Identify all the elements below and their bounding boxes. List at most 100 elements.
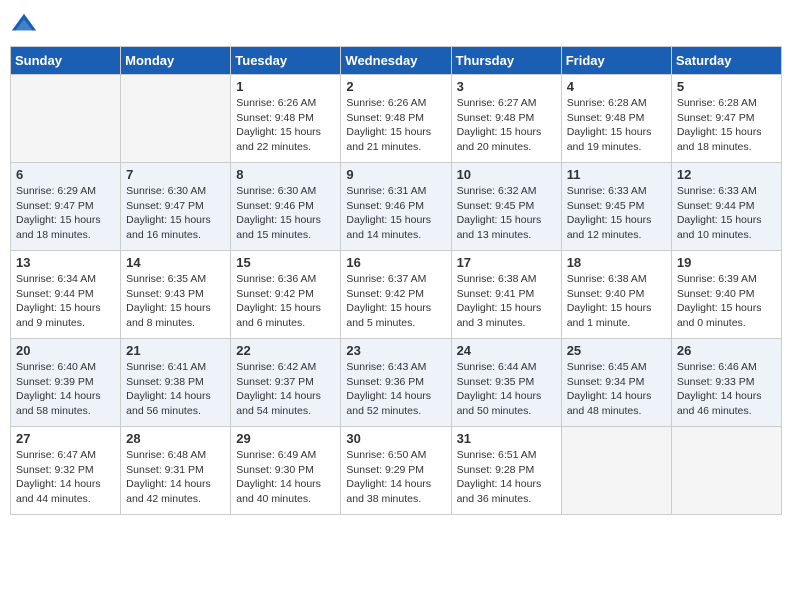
- calendar-day-20: 20Sunrise: 6:40 AM Sunset: 9:39 PM Dayli…: [11, 339, 121, 427]
- day-info: Sunrise: 6:50 AM Sunset: 9:29 PM Dayligh…: [346, 448, 445, 507]
- day-number: 6: [16, 167, 115, 182]
- day-number: 26: [677, 343, 776, 358]
- day-info: Sunrise: 6:48 AM Sunset: 9:31 PM Dayligh…: [126, 448, 225, 507]
- calendar-day-10: 10 Sunrise: 6:32 AM Sunset: 9:45 PM Dayli…: [451, 163, 561, 251]
- calendar-day-21: 21 Sunrise: 6:41 AM Sunset: 9:38 PM Dayli…: [121, 339, 231, 427]
- calendar-day-9: 9 Sunrise: 6:31 AM Sunset: 9:46 PM Daylig…: [341, 163, 451, 251]
- day-info: Sunrise: 6:35 AM Sunset: 9:43 PM Dayligh…: [126, 272, 225, 331]
- day-number: 30: [346, 431, 445, 446]
- calendar-day-7: 7Sunrise: 6:30 AM Sunset: 9:47 PM Daylig…: [121, 163, 231, 251]
- day-header-tuesday: Tuesday: [231, 47, 341, 75]
- day-info: Sunrise: 6:49 AM Sunset: 9:30 PM Dayligh…: [236, 448, 335, 507]
- day-header-thursday: Thursday: [451, 47, 561, 75]
- day-number: 17: [457, 255, 556, 270]
- day-info: Sunrise: 6:28 AM Sunset: 9:47 PM Dayligh…: [677, 96, 776, 155]
- calendar-day-18: 18Sunrise: 6:38 AM Sunset: 9:40 PM Dayli…: [561, 251, 671, 339]
- day-number: 19: [677, 255, 776, 270]
- day-info: Sunrise: 6:27 AM Sunset: 9:48 PM Dayligh…: [457, 96, 556, 155]
- day-number: 14: [126, 255, 225, 270]
- day-number: 5: [677, 79, 776, 94]
- day-number: 2: [346, 79, 445, 94]
- day-header-wednesday: Wednesday: [341, 47, 451, 75]
- day-info: Sunrise: 6:47 AM Sunset: 9:32 PM Dayligh…: [16, 448, 115, 507]
- calendar-day-11: 11Sunrise: 6:33 AM Sunset: 9:45 PM Dayli…: [561, 163, 671, 251]
- day-number: 15: [236, 255, 335, 270]
- day-info: Sunrise: 6:31 AM Sunset: 9:46 PM Dayligh…: [346, 184, 445, 243]
- day-number: 27: [16, 431, 115, 446]
- day-info: Sunrise: 6:37 AM Sunset: 9:42 PM Dayligh…: [346, 272, 445, 331]
- logo: [10, 10, 42, 38]
- calendar-day-12: 12 Sunrise: 6:33 AM Sunset: 9:44 PM Dayli…: [671, 163, 781, 251]
- day-info: Sunrise: 6:45 AM Sunset: 9:34 PM Dayligh…: [567, 360, 666, 419]
- day-number: 8: [236, 167, 335, 182]
- calendar-week-row: 27 Sunrise: 6:47 AM Sunset: 9:32 PM Dayli…: [11, 427, 782, 515]
- calendar-day-5: 5 Sunrise: 6:28 AM Sunset: 9:47 PM Daylig…: [671, 75, 781, 163]
- day-info: Sunrise: 6:32 AM Sunset: 9:45 PM Dayligh…: [457, 184, 556, 243]
- calendar-day-28: 28 Sunrise: 6:48 AM Sunset: 9:31 PM Dayli…: [121, 427, 231, 515]
- day-number: 21: [126, 343, 225, 358]
- day-header-friday: Friday: [561, 47, 671, 75]
- page-header: [10, 10, 782, 38]
- calendar-day-2: 2 Sunrise: 6:26 AM Sunset: 9:48 PM Daylig…: [341, 75, 451, 163]
- calendar-week-row: 20Sunrise: 6:40 AM Sunset: 9:39 PM Dayli…: [11, 339, 782, 427]
- day-info: Sunrise: 6:34 AM Sunset: 9:44 PM Dayligh…: [16, 272, 115, 331]
- day-info: Sunrise: 6:39 AM Sunset: 9:40 PM Dayligh…: [677, 272, 776, 331]
- day-number: 31: [457, 431, 556, 446]
- logo-icon: [10, 10, 38, 38]
- calendar-week-row: 13 Sunrise: 6:34 AM Sunset: 9:44 PM Dayli…: [11, 251, 782, 339]
- day-info: Sunrise: 6:41 AM Sunset: 9:38 PM Dayligh…: [126, 360, 225, 419]
- day-number: 10: [457, 167, 556, 182]
- calendar-empty-cell: [121, 75, 231, 163]
- calendar-week-row: 6 Sunrise: 6:29 AM Sunset: 9:47 PM Daylig…: [11, 163, 782, 251]
- day-info: Sunrise: 6:38 AM Sunset: 9:41 PM Dayligh…: [457, 272, 556, 331]
- day-number: 1: [236, 79, 335, 94]
- day-number: 25: [567, 343, 666, 358]
- day-info: Sunrise: 6:29 AM Sunset: 9:47 PM Dayligh…: [16, 184, 115, 243]
- calendar-day-16: 16 Sunrise: 6:37 AM Sunset: 9:42 PM Dayli…: [341, 251, 451, 339]
- day-number: 18: [567, 255, 666, 270]
- calendar-week-row: 1 Sunrise: 6:26 AM Sunset: 9:48 PM Daylig…: [11, 75, 782, 163]
- day-number: 24: [457, 343, 556, 358]
- day-info: Sunrise: 6:51 AM Sunset: 9:28 PM Dayligh…: [457, 448, 556, 507]
- calendar-day-26: 26 Sunrise: 6:46 AM Sunset: 9:33 PM Dayli…: [671, 339, 781, 427]
- day-info: Sunrise: 6:40 AM Sunset: 9:39 PM Dayligh…: [16, 360, 115, 419]
- day-number: 4: [567, 79, 666, 94]
- day-number: 11: [567, 167, 666, 182]
- day-number: 9: [346, 167, 445, 182]
- calendar-empty-cell: [671, 427, 781, 515]
- day-info: Sunrise: 6:33 AM Sunset: 9:44 PM Dayligh…: [677, 184, 776, 243]
- day-info: Sunrise: 6:46 AM Sunset: 9:33 PM Dayligh…: [677, 360, 776, 419]
- day-info: Sunrise: 6:28 AM Sunset: 9:48 PM Dayligh…: [567, 96, 666, 155]
- day-info: Sunrise: 6:42 AM Sunset: 9:37 PM Dayligh…: [236, 360, 335, 419]
- day-info: Sunrise: 6:36 AM Sunset: 9:42 PM Dayligh…: [236, 272, 335, 331]
- day-number: 23: [346, 343, 445, 358]
- calendar-day-23: 23 Sunrise: 6:43 AM Sunset: 9:36 PM Dayli…: [341, 339, 451, 427]
- calendar-day-8: 8 Sunrise: 6:30 AM Sunset: 9:46 PM Daylig…: [231, 163, 341, 251]
- calendar: SundayMondayTuesdayWednesdayThursdayFrid…: [10, 46, 782, 515]
- calendar-empty-cell: [561, 427, 671, 515]
- day-info: Sunrise: 6:26 AM Sunset: 9:48 PM Dayligh…: [236, 96, 335, 155]
- calendar-empty-cell: [11, 75, 121, 163]
- day-info: Sunrise: 6:30 AM Sunset: 9:46 PM Dayligh…: [236, 184, 335, 243]
- day-number: 28: [126, 431, 225, 446]
- calendar-day-14: 14 Sunrise: 6:35 AM Sunset: 9:43 PM Dayli…: [121, 251, 231, 339]
- day-header-saturday: Saturday: [671, 47, 781, 75]
- calendar-day-29: 29 Sunrise: 6:49 AM Sunset: 9:30 PM Dayli…: [231, 427, 341, 515]
- calendar-day-13: 13 Sunrise: 6:34 AM Sunset: 9:44 PM Dayli…: [11, 251, 121, 339]
- calendar-day-30: 30 Sunrise: 6:50 AM Sunset: 9:29 PM Dayli…: [341, 427, 451, 515]
- calendar-header-row: SundayMondayTuesdayWednesdayThursdayFrid…: [11, 47, 782, 75]
- calendar-day-24: 24Sunrise: 6:44 AM Sunset: 9:35 PM Dayli…: [451, 339, 561, 427]
- day-number: 29: [236, 431, 335, 446]
- calendar-day-15: 15 Sunrise: 6:36 AM Sunset: 9:42 PM Dayli…: [231, 251, 341, 339]
- day-info: Sunrise: 6:43 AM Sunset: 9:36 PM Dayligh…: [346, 360, 445, 419]
- day-number: 22: [236, 343, 335, 358]
- calendar-day-25: 25 Sunrise: 6:45 AM Sunset: 9:34 PM Dayli…: [561, 339, 671, 427]
- day-number: 12: [677, 167, 776, 182]
- day-number: 16: [346, 255, 445, 270]
- calendar-day-31: 31 Sunrise: 6:51 AM Sunset: 9:28 PM Dayli…: [451, 427, 561, 515]
- day-info: Sunrise: 6:30 AM Sunset: 9:47 PM Dayligh…: [126, 184, 225, 243]
- day-info: Sunrise: 6:26 AM Sunset: 9:48 PM Dayligh…: [346, 96, 445, 155]
- calendar-day-19: 19 Sunrise: 6:39 AM Sunset: 9:40 PM Dayli…: [671, 251, 781, 339]
- day-number: 13: [16, 255, 115, 270]
- calendar-day-17: 17 Sunrise: 6:38 AM Sunset: 9:41 PM Dayli…: [451, 251, 561, 339]
